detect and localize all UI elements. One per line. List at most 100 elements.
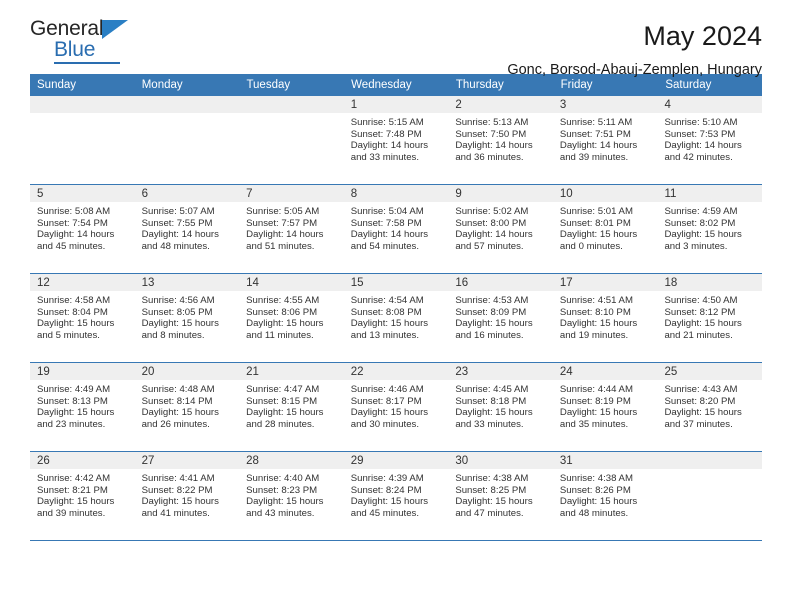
generalblue-logo[interactable]: General Blue xyxy=(30,18,150,70)
weekday-header-thursday: Thursday xyxy=(449,74,554,96)
day-sun-info: Sunrise: 5:01 AM Sunset: 8:01 PM Daylight:… xyxy=(553,202,658,252)
day-daylight2-text: and 13 minutes. xyxy=(350,329,420,341)
day-daylight2-text: and 33 minutes. xyxy=(350,151,420,163)
calendar-day-cell[interactable]: 13 Sunrise: 4:56 AM Sunset: 8:05 PM Dayligh… xyxy=(134,274,240,362)
day-sunrise-text: Sunrise: 4:54 AM xyxy=(350,295,424,306)
calendar-day-cell[interactable]: 7 Sunrise: 5:05 AM Sunset: 7:57 PM Daylight… xyxy=(239,185,344,273)
calendar-day-cell[interactable]: 6 Sunrise: 5:07 AM Sunset: 7:55 PM Daylight… xyxy=(134,185,240,273)
day-number: 27 xyxy=(141,455,155,467)
calendar-day-cell[interactable]: 15 Sunrise: 4:54 AM Sunset: 8:08 PM Dayligh… xyxy=(343,274,449,362)
calendar-day-cell[interactable]: 8 Sunrise: 5:04 AM Sunset: 7:58 PM Daylight… xyxy=(343,185,449,273)
day-number: 28 xyxy=(246,455,259,467)
calendar-day-cell[interactable]: 4 Sunrise: 5:10 AM Sunset: 7:53 PM Daylight… xyxy=(657,96,763,184)
weekday-header-monday: Monday xyxy=(135,74,240,96)
calendar-day-cell[interactable]: 22 Sunrise: 4:46 AM Sunset: 8:17 PM Dayligh… xyxy=(343,363,449,451)
day-daylight1-text: Daylight: 14 hours xyxy=(350,140,429,152)
day-daylight1-text: Daylight: 15 hours xyxy=(246,496,324,508)
calendar-weeks: 1 Sunrise: 5:15 AM Sunset: 7:48 PM Daylight… xyxy=(30,96,763,541)
calendar-day-cell[interactable]: 30 Sunrise: 4:38 AM Sunset: 8:25 PM Dayligh… xyxy=(448,452,553,540)
day-daylight1-text: Daylight: 14 hours xyxy=(246,229,324,241)
day-sunset-text: Sunset: 7:48 PM xyxy=(350,128,422,140)
day-sunrise-text: Sunrise: 5:13 AM xyxy=(455,117,529,128)
calendar-day-cell[interactable]: 31 Sunrise: 4:38 AM Sunset: 8:26 PM Dayligh… xyxy=(552,452,658,540)
day-daylight2-text: and 48 minutes. xyxy=(141,240,210,252)
calendar-day-cell[interactable]: 9 Sunrise: 5:02 AM Sunset: 8:00 PM Daylight… xyxy=(448,185,553,273)
calendar-day-cell[interactable]: 26 Sunrise: 4:42 AM Sunset: 8:21 PM Dayligh… xyxy=(30,452,135,540)
calendar-day-cell[interactable]: 21 Sunrise: 4:47 AM Sunset: 8:15 PM Dayligh… xyxy=(239,363,344,451)
day-daylight1-text: Daylight: 15 hours xyxy=(246,318,324,330)
calendar-week-row: 12 Sunrise: 4:58 AM Sunset: 8:04 PM Dayligh… xyxy=(30,274,763,363)
day-sunset-text: Sunset: 8:00 PM xyxy=(455,217,527,229)
day-sun-info: Sunrise: 4:51 AM Sunset: 8:10 PM Daylight:… xyxy=(553,291,658,341)
calendar-day-cell[interactable]: 14 Sunrise: 4:55 AM Sunset: 8:06 PM Dayligh… xyxy=(239,274,344,362)
day-sunset-text: Sunset: 7:58 PM xyxy=(350,217,422,229)
day-number: 5 xyxy=(37,188,44,200)
day-sunset-text: Sunset: 8:13 PM xyxy=(37,395,108,407)
calendar-day-cell[interactable]: 17 Sunrise: 4:51 AM Sunset: 8:10 PM Dayligh… xyxy=(552,274,658,362)
calendar-day-cell[interactable]: 10 Sunrise: 5:01 AM Sunset: 8:01 PM Dayligh… xyxy=(552,185,658,273)
day-number: 15 xyxy=(350,277,364,289)
day-sunset-text: Sunset: 8:09 PM xyxy=(455,306,527,318)
day-daylight2-text: and 37 minutes. xyxy=(664,418,733,430)
calendar-day-cell[interactable]: 16 Sunrise: 4:53 AM Sunset: 8:09 PM Dayligh… xyxy=(448,274,553,362)
calendar-day-cell[interactable]: 1 Sunrise: 5:15 AM Sunset: 7:48 PM Daylight… xyxy=(343,96,449,184)
day-sunrise-text: Sunrise: 5:02 AM xyxy=(455,206,529,217)
day-sunset-text: Sunset: 8:26 PM xyxy=(559,484,631,496)
day-sunset-text: Sunset: 8:14 PM xyxy=(141,395,213,407)
calendar-day-cell[interactable]: 3 Sunrise: 5:11 AM Sunset: 7:51 PM Daylight… xyxy=(552,96,658,184)
calendar-day-cell[interactable]: 5 Sunrise: 5:08 AM Sunset: 7:54 PM Daylight… xyxy=(30,185,135,273)
day-number: 3 xyxy=(559,99,567,111)
day-number: 24 xyxy=(559,366,573,378)
day-daylight1-text: Daylight: 15 hours xyxy=(350,407,429,419)
calendar-day-cell[interactable]: 19 Sunrise: 4:49 AM Sunset: 8:13 PM Dayligh… xyxy=(30,363,135,451)
calendar-day-cell[interactable]: 11 Sunrise: 4:59 AM Sunset: 8:02 PM Dayligh… xyxy=(657,185,763,273)
calendar-day-cell[interactable]: 28 Sunrise: 4:40 AM Sunset: 8:23 PM Dayligh… xyxy=(239,452,344,540)
day-sun-info: Sunrise: 5:05 AM Sunset: 7:57 PM Daylight:… xyxy=(239,202,344,252)
day-daylight2-text: and 36 minutes. xyxy=(455,151,524,163)
day-sun-info: Sunrise: 4:54 AM Sunset: 8:08 PM Daylight:… xyxy=(344,291,449,341)
day-number-band xyxy=(134,185,240,202)
day-sun-info: Sunrise: 4:42 AM Sunset: 8:21 PM Daylight:… xyxy=(30,469,135,519)
calendar-day-cell[interactable]: 12 Sunrise: 4:58 AM Sunset: 8:04 PM Dayligh… xyxy=(30,274,135,362)
day-sunrise-text: Sunrise: 5:10 AM xyxy=(664,117,738,128)
day-daylight1-text: Daylight: 14 hours xyxy=(141,229,219,241)
calendar-day-cell[interactable]: 27 Sunrise: 4:41 AM Sunset: 8:22 PM Dayligh… xyxy=(134,452,240,540)
day-sunset-text: Sunset: 8:08 PM xyxy=(350,306,422,318)
calendar-day-cell[interactable]: 20 Sunrise: 4:48 AM Sunset: 8:14 PM Dayligh… xyxy=(134,363,240,451)
day-number-band xyxy=(448,185,553,202)
day-number: 17 xyxy=(559,277,573,289)
calendar-day-cell[interactable]: 25 Sunrise: 4:43 AM Sunset: 8:20 PM Dayligh… xyxy=(657,363,763,451)
day-sunrise-text: Sunrise: 4:38 AM xyxy=(455,473,529,484)
calendar-day-cell[interactable]: 29 Sunrise: 4:39 AM Sunset: 8:24 PM Dayligh… xyxy=(343,452,449,540)
day-daylight2-text: and 19 minutes. xyxy=(559,329,629,341)
calendar-day-cell[interactable]: 18 Sunrise: 4:50 AM Sunset: 8:12 PM Dayligh… xyxy=(657,274,763,362)
weekday-header-friday: Friday xyxy=(554,74,659,96)
day-sun-info: Sunrise: 5:07 AM Sunset: 7:55 PM Daylight:… xyxy=(135,202,240,252)
day-daylight2-text: and 21 minutes. xyxy=(664,329,733,341)
day-daylight2-text: and 0 minutes. xyxy=(559,240,623,252)
day-daylight1-text: Daylight: 14 hours xyxy=(455,229,533,241)
calendar-day-cell[interactable]: 2 Sunrise: 5:13 AM Sunset: 7:50 PM Daylight… xyxy=(448,96,553,184)
day-sunrise-text: Sunrise: 4:48 AM xyxy=(141,384,215,395)
day-number: 23 xyxy=(455,366,469,378)
day-number-band xyxy=(657,452,763,469)
day-daylight2-text: and 35 minutes. xyxy=(559,418,629,430)
day-number: 26 xyxy=(37,455,50,467)
day-daylight1-text: Daylight: 15 hours xyxy=(350,318,429,330)
day-sunrise-text: Sunrise: 5:11 AM xyxy=(559,117,633,128)
calendar-day-cell[interactable]: 23 Sunrise: 4:45 AM Sunset: 8:18 PM Dayligh… xyxy=(448,363,553,451)
day-sunset-text: Sunset: 7:57 PM xyxy=(246,217,318,229)
page-header: General Blue May 2024 Gonc, Borsod-Abauj… xyxy=(30,0,762,79)
calendar-day-cell[interactable]: 24 Sunrise: 4:44 AM Sunset: 8:19 PM Dayligh… xyxy=(552,363,658,451)
day-daylight1-text: Daylight: 15 hours xyxy=(141,318,219,330)
day-sun-info: Sunrise: 4:40 AM Sunset: 8:23 PM Daylight:… xyxy=(239,469,344,519)
day-number-band xyxy=(448,96,553,113)
calendar-week-row: 5 Sunrise: 5:08 AM Sunset: 7:54 PM Daylight… xyxy=(30,185,763,274)
day-number-band xyxy=(657,96,763,113)
calendar-day-cell-empty xyxy=(30,96,135,184)
day-number-band xyxy=(343,96,449,113)
day-sunrise-text: Sunrise: 4:56 AM xyxy=(141,295,215,306)
day-daylight2-text: and 57 minutes. xyxy=(455,240,524,252)
day-daylight2-text: and 30 minutes. xyxy=(350,418,420,430)
weekday-header-sunday: Sunday xyxy=(30,74,135,96)
